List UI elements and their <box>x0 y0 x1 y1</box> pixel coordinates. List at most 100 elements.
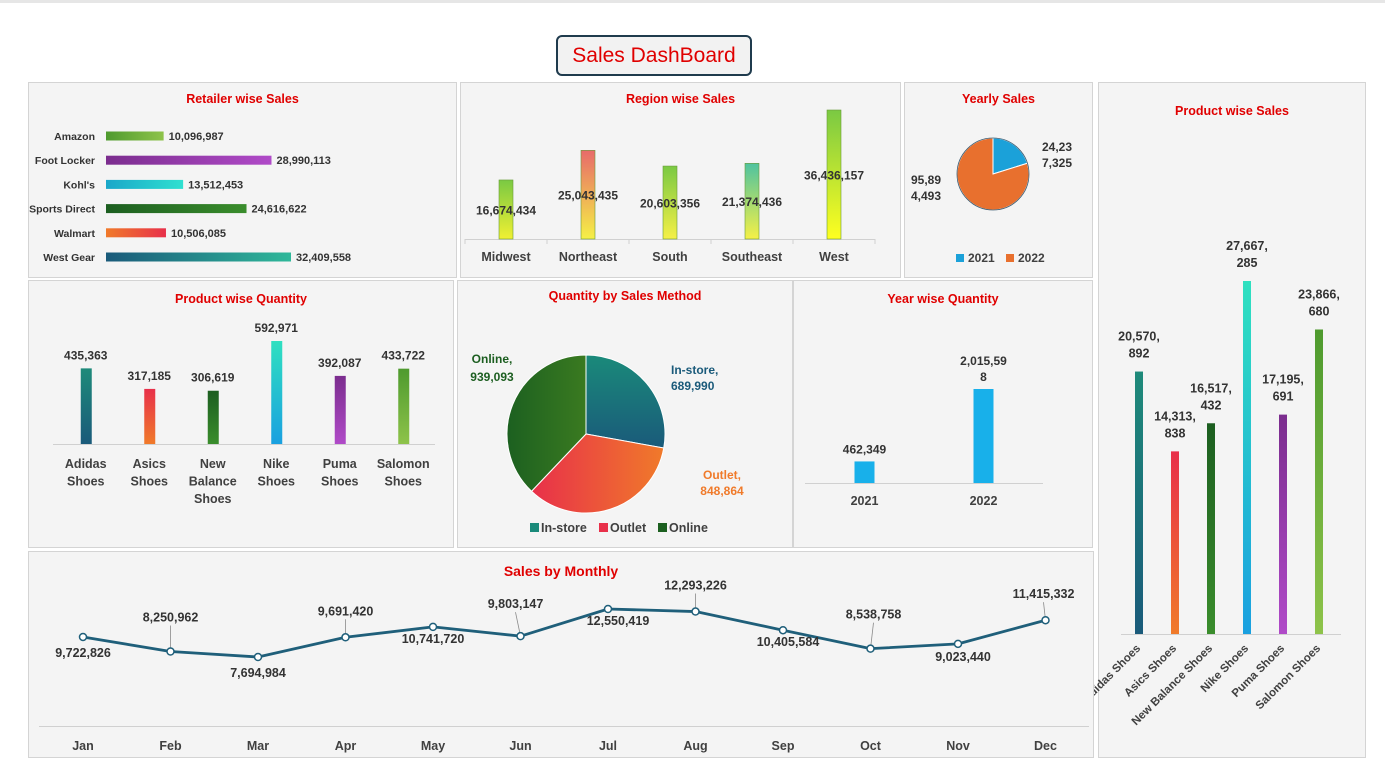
data-label: 25,043,435 <box>558 189 618 203</box>
data-label: 317,185 <box>128 369 172 383</box>
region-sales-chart: 16,674,434 Midwest 25,043,435 Northeast 20,6… <box>464 109 876 264</box>
data-label: 10,405,584 <box>757 635 820 649</box>
data-point <box>78 632 88 642</box>
legend-swatch <box>956 254 964 262</box>
category-label: Jan <box>72 739 94 753</box>
category-label: Asics Shoes <box>130 457 168 489</box>
data-label: 16,674,434 <box>476 203 536 217</box>
legend-label: 2021 <box>968 251 995 265</box>
legend-swatch <box>599 523 608 532</box>
data-label: 36,436,157 <box>804 169 864 183</box>
data-label: 2,015,59 8 <box>960 354 1007 384</box>
yearly-sales-panel: Yearly Sales 24,23 7,325 95,89 4,493 2021 202… <box>904 82 1093 278</box>
yearly-sales-chart: 24,23 7,325 95,89 4,493 2021 2022 <box>911 137 1072 265</box>
category-label: Salomon Shoes <box>1254 643 1323 712</box>
data-label: 20,570, 892 <box>1118 330 1160 361</box>
data-label: 10,741,720 <box>402 632 465 646</box>
data-label: Outlet, 848,864 <box>700 468 744 498</box>
retailer-sales-panel: Retailer wise Sales Amazon 10,096,987 Foot… <box>28 82 457 278</box>
data-label: 9,803,147 <box>488 597 544 611</box>
retailer-sales-chart: Amazon 10,096,987 Foot Locker 28,990,113 Koh… <box>29 131 351 264</box>
category-label: Jun <box>509 739 531 753</box>
data-label: 20,603,356 <box>640 197 700 211</box>
category-label: May <box>421 739 445 753</box>
category-label: Nov <box>946 739 970 753</box>
category-label: West <box>819 250 849 264</box>
bar <box>1207 423 1215 634</box>
product-sales-panel: Product wise Sales 20,570, 892 Adidas Shoe… <box>1081 82 1366 758</box>
bar <box>1243 281 1251 634</box>
category-label: 2022 <box>970 494 998 508</box>
legend-label: 2022 <box>1018 251 1045 265</box>
data-label: 24,23 7,325 <box>1042 140 1072 170</box>
category-label: Southeast <box>722 250 783 264</box>
data-label: 592,971 <box>255 321 299 335</box>
data-label: 13,512,453 <box>188 179 243 191</box>
bar <box>334 375 346 444</box>
data-label: 23,866, 680 <box>1298 287 1340 318</box>
bar <box>1135 371 1143 634</box>
data-label: 11,415,332 <box>1013 587 1075 601</box>
data-label: 392,087 <box>318 356 362 370</box>
product-quantity-panel: Product wise Quantity 435,363 Adidas Shoes… <box>28 280 454 548</box>
category-label: Walmart <box>54 228 96 240</box>
legend-swatch <box>530 523 539 532</box>
bar <box>1171 451 1179 634</box>
data-point <box>691 607 700 616</box>
sales-method-panel: Quantity by Sales Method In-store, 689,99… <box>457 280 793 548</box>
data-label: 14,313, 838 <box>1154 409 1196 440</box>
year-quantity-panel: Year wise Quantity 462,349 2021 2,015,59 8 2… <box>793 280 1093 548</box>
data-point <box>166 647 175 656</box>
category-label: Midwest <box>481 250 531 264</box>
legend-swatch <box>1006 254 1014 262</box>
bar <box>144 388 156 444</box>
data-point <box>253 652 263 662</box>
monthly-sales-chart: 9,722,826 Jan 8,250,962 Feb 7,694,984 Mar 9,69… <box>39 579 1089 753</box>
category-label: Apr <box>335 739 357 753</box>
product-quantity-chart: 435,363 Adidas Shoes 317,185 Asics Shoes 306,6… <box>53 321 435 506</box>
bar <box>106 131 164 141</box>
bar <box>106 204 247 214</box>
data-point <box>603 604 613 614</box>
data-label: 306,619 <box>191 371 235 385</box>
category-label: Nike Shoes <box>257 457 295 489</box>
category-label: 2021 <box>851 494 879 508</box>
bar <box>973 389 994 483</box>
bar <box>80 368 92 444</box>
data-label: Online, 939,093 <box>470 352 514 384</box>
data-point <box>428 622 438 632</box>
data-label: 9,722,826 <box>55 646 111 660</box>
data-label: 7,694,984 <box>230 666 286 680</box>
category-label: Salomon Shoes <box>377 457 430 489</box>
data-label: 17,195, 691 <box>1262 373 1304 404</box>
category-label: West Gear <box>43 252 95 264</box>
page-title: Sales DashBoard <box>556 35 752 76</box>
data-label: 433,722 <box>382 349 426 363</box>
bar <box>1315 329 1323 634</box>
data-label: 462,349 <box>843 442 887 456</box>
data-label: 24,616,622 <box>252 204 307 216</box>
bar <box>398 368 410 444</box>
data-label: 21,374,436 <box>722 195 782 209</box>
data-point <box>1041 615 1050 625</box>
data-label: 9,691,420 <box>318 604 374 618</box>
category-label: New Balance Shoes <box>189 457 237 506</box>
bar <box>207 390 219 444</box>
year-quantity-chart: 462,349 2021 2,015,59 8 2022 <box>805 354 1043 508</box>
category-label: Oct <box>860 739 882 753</box>
data-label: 16,517, 432 <box>1190 381 1232 412</box>
data-label: In-store, 689,990 <box>671 363 718 393</box>
data-label: 10,506,085 <box>171 228 226 240</box>
top-divider <box>0 0 1385 3</box>
data-label: 435,363 <box>64 348 108 362</box>
bar <box>106 179 184 189</box>
category-label: Kohl's <box>63 179 95 191</box>
category-label: Feb <box>159 739 182 753</box>
category-label: Dec <box>1034 739 1057 753</box>
category-label: Aug <box>683 739 707 753</box>
bar <box>1279 414 1287 634</box>
bar <box>854 461 875 483</box>
legend-label: Online <box>669 521 708 535</box>
region-sales-panel: Region wise Sales 16,674,434 Midwest 25,04… <box>460 82 901 278</box>
category-label: Adidas Shoes <box>65 457 107 489</box>
